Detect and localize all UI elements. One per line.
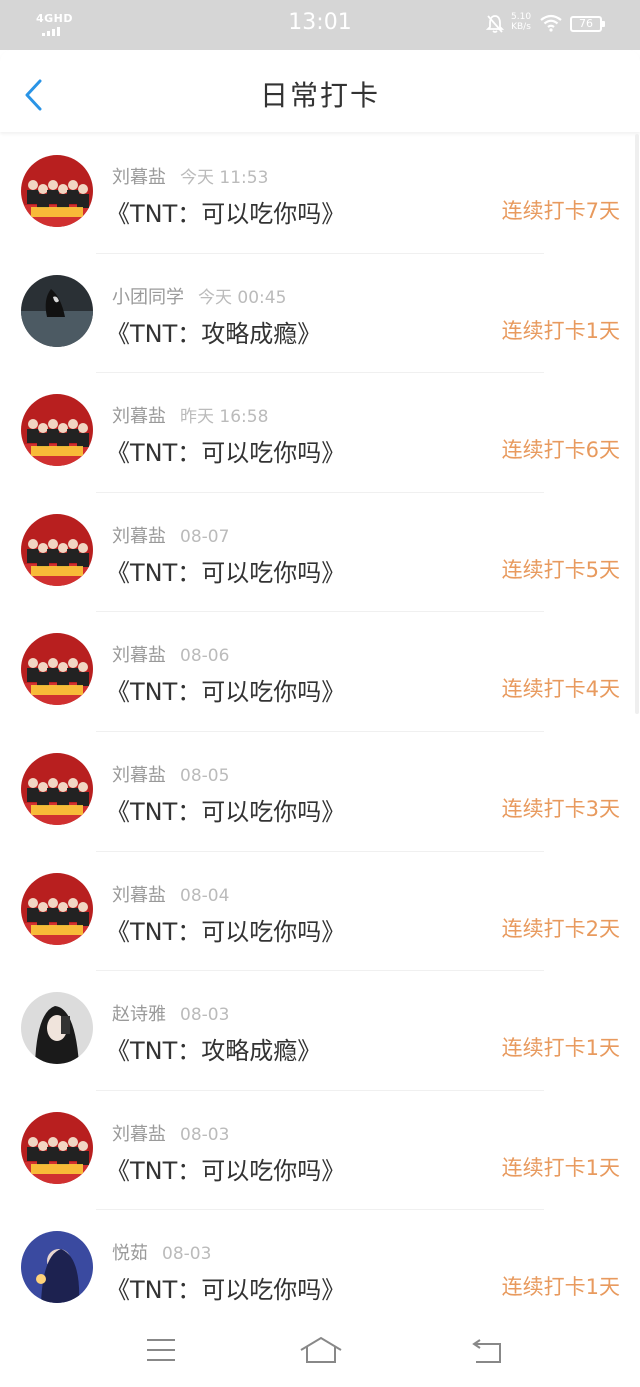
group-photo-icon[interactable] [21,872,93,945]
entry-time: 08-05 [180,765,230,786]
checkin-list: 刘暮盐 今天 11:53 《TNT：可以吃你吗》 连续打卡7天 小团同学 今天 00… [0,134,640,1330]
book-title[interactable]: 《TNT：攻略成瘾》 [106,314,321,349]
entry-time: 08-07 [180,526,230,547]
book-title[interactable]: 《TNT：可以吃你吗》 [106,672,345,707]
user-name: 刘暮盐 [112,525,166,547]
entry-time: 今天 00:45 [198,287,287,308]
system-nav-bar [0,1320,640,1387]
speed-unit: KB/s [511,22,531,32]
group-photo-icon[interactable] [21,155,93,227]
entry-time: 08-06 [180,646,230,667]
user-name: 刘暮盐 [112,1123,166,1145]
checkin-list-item[interactable]: 刘暮盐 08-05 《TNT：可以吃你吗》 连续打卡3天 [0,732,640,852]
entry-meta: 刘暮盐 08-03 [112,1120,229,1146]
home-icon[interactable] [298,1334,344,1368]
page-title: 日常打卡 [259,79,380,112]
group-photo-icon[interactable] [21,752,93,825]
user-name: 刘暮盐 [112,645,166,667]
checkin-list-item[interactable]: 刘暮盐 昨天 16:58 《TNT：可以吃你吗》 连续打卡6天 [0,373,640,493]
return-icon[interactable] [468,1334,508,1368]
wifi-icon [539,14,563,36]
app-header: 日常打卡 [0,50,640,132]
checkin-list-item[interactable]: 刘暮盐 08-07 《TNT：可以吃你吗》 连续打卡5天 [0,493,640,613]
streak-badge: 连续打卡7天 [501,199,620,223]
entry-time: 08-03 [180,1005,230,1026]
entry-time: 08-03 [162,1244,212,1265]
entry-time: 今天 11:53 [180,168,269,188]
entry-time: 昨天 16:58 [180,407,269,428]
anime-photo-icon[interactable] [21,1231,93,1304]
entry-time: 08-03 [180,1124,230,1145]
streak-badge: 连续打卡3天 [501,796,620,821]
user-name: 刘暮盐 [112,764,166,786]
book-title[interactable]: 《TNT：可以吃你吗》 [106,912,345,947]
streak-badge: 连续打卡6天 [501,438,620,463]
user-name: 小团同学 [112,286,184,308]
entry-meta: 刘暮盐 今天 11:53 [112,163,268,189]
checkin-list-item[interactable]: 刘暮盐 今天 11:53 《TNT：可以吃你吗》 连续打卡7天 [0,134,640,254]
entry-meta: 刘暮盐 昨天 16:58 [112,402,268,428]
book-title[interactable]: 《TNT：可以吃你吗》 [106,1270,345,1305]
book-title[interactable]: 《TNT：攻略成瘾》 [106,1031,321,1066]
battery-icon: 76 [570,16,605,32]
book-title[interactable]: 《TNT：可以吃你吗》 [106,433,345,468]
user-name: 赵诗雅 [112,1004,166,1026]
entry-meta: 刘暮盐 08-05 [112,761,229,787]
checkin-list-item[interactable]: 刘暮盐 08-06 《TNT：可以吃你吗》 连续打卡4天 [0,612,640,732]
streak-badge: 连续打卡1天 [501,318,620,343]
entry-meta: 小团同学 今天 00:45 [112,283,286,309]
user-name: 悦茹 [112,1243,148,1265]
user-name: 刘暮盐 [112,406,166,428]
entry-meta: 刘暮盐 08-07 [112,522,229,548]
book-title[interactable]: 《TNT：可以吃你吗》 [106,553,345,588]
network-speed: 5.10 KB/s [511,12,531,32]
user-name: 刘暮盐 [112,884,166,906]
group-photo-icon[interactable] [21,513,93,586]
streak-badge: 连续打卡1天 [501,1155,620,1180]
book-title[interactable]: 《TNT：可以吃你吗》 [106,1151,345,1186]
entry-meta: 赵诗雅 08-03 [112,1000,229,1026]
entry-time: 08-04 [180,885,230,906]
entry-meta: 刘暮盐 08-06 [112,641,229,667]
menu-icon[interactable] [141,1334,181,1368]
book-title[interactable]: 《TNT：可以吃你吗》 [106,194,345,229]
streak-badge: 连续打卡1天 [501,1036,620,1061]
streak-badge: 连续打卡2天 [501,916,620,941]
book-title[interactable]: 《TNT：可以吃你吗》 [106,792,345,827]
checkin-list-item[interactable]: 刘暮盐 08-04 《TNT：可以吃你吗》 连续打卡2天 [0,852,640,972]
streak-badge: 连续打卡5天 [501,557,620,582]
status-bar: 4GHD 13:01 5.10 KB/s 76 [0,0,640,50]
mute-bell-icon [485,14,505,38]
dark-photo-icon[interactable] [21,274,93,347]
checkin-list-item[interactable]: 悦茹 08-03 《TNT：可以吃你吗》 连续打卡1天 [0,1210,640,1330]
user-name: 刘暮盐 [112,167,166,188]
entry-meta: 刘暮盐 08-04 [112,881,229,907]
checkin-list-item[interactable]: 赵诗雅 08-03 《TNT：攻略成瘾》 连续打卡1天 [0,971,640,1091]
group-photo-icon[interactable] [21,1111,93,1184]
streak-badge: 连续打卡1天 [501,1275,620,1300]
checkin-list-item[interactable]: 小团同学 今天 00:45 《TNT：攻略成瘾》 连续打卡1天 [0,254,640,374]
group-photo-icon[interactable] [21,394,93,467]
speed-value: 5.10 [511,12,532,22]
checkin-list-item[interactable]: 刘暮盐 08-03 《TNT：可以吃你吗》 连续打卡1天 [0,1091,640,1211]
portrait-photo-icon[interactable] [21,992,93,1065]
group-photo-icon[interactable] [21,633,93,706]
streak-badge: 连续打卡4天 [501,677,620,702]
entry-meta: 悦茹 08-03 [112,1239,211,1265]
